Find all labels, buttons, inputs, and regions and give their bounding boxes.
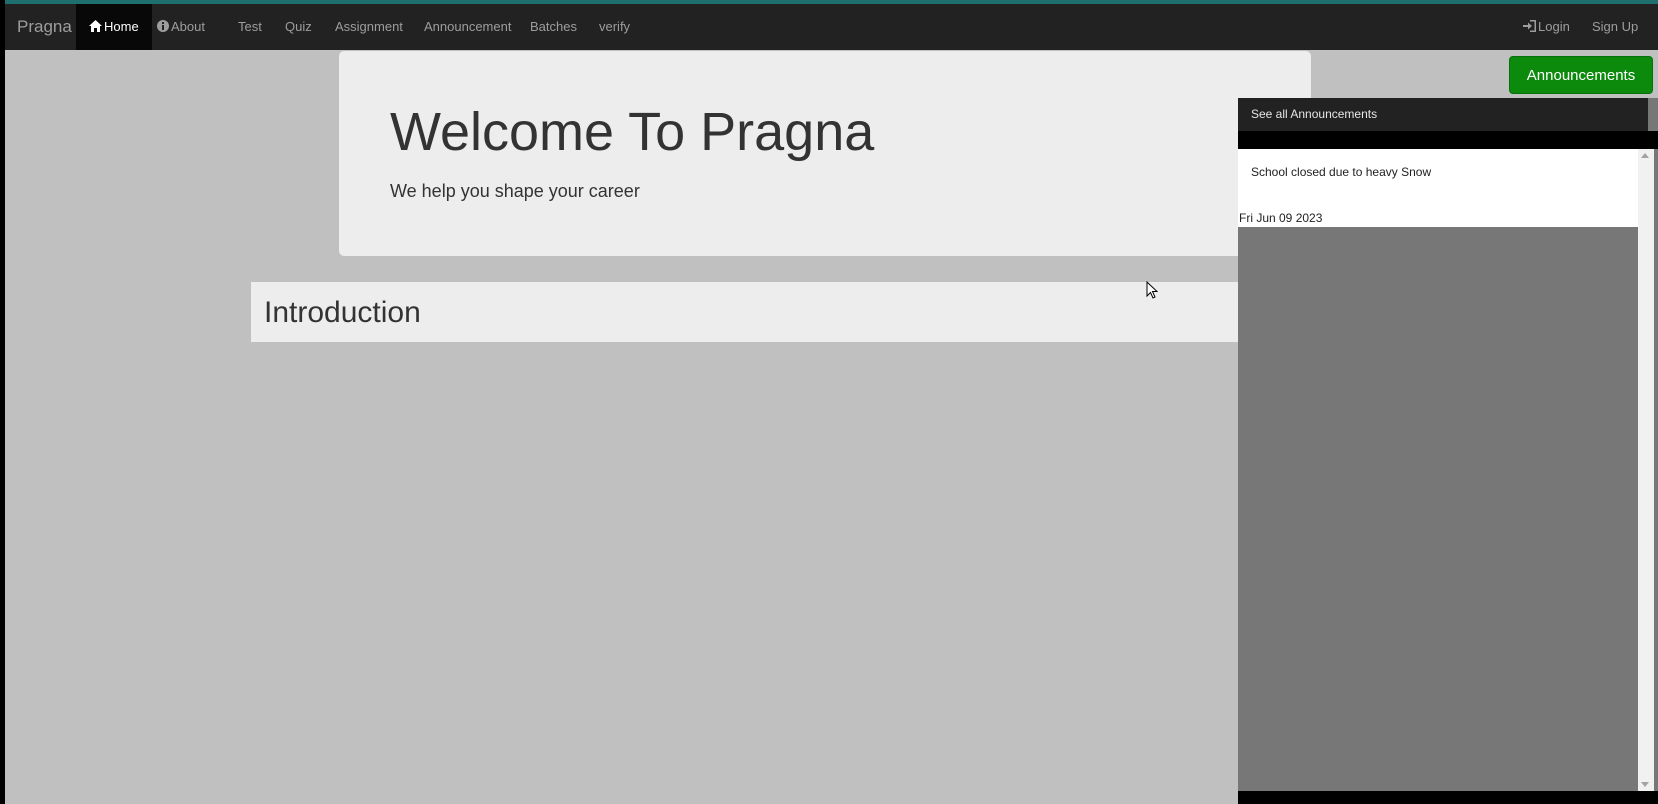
nav-about[interactable]: About — [157, 4, 205, 50]
nav-batches[interactable]: Batches — [530, 4, 577, 50]
announcement-text: School closed due to heavy Snow — [1251, 165, 1432, 179]
announcement-item[interactable]: School closed due to heavy Snow Fri Jun … — [1238, 149, 1638, 227]
panel-divider — [1238, 131, 1658, 149]
page-title: Welcome To Pragna — [390, 102, 875, 162]
brand-link[interactable]: Pragna — [17, 4, 72, 50]
nav-announcement[interactable]: Announcement — [424, 4, 511, 50]
page-subtitle: We help you shape your career — [390, 181, 640, 201]
panel-bottom-bar — [1238, 791, 1658, 804]
nav-test[interactable]: Test — [238, 4, 262, 50]
announcements-panel: See all Announcements School closed due … — [1238, 98, 1658, 804]
see-all-announcements-label: See all Announcements — [1251, 107, 1378, 121]
scroll-up-arrow-icon[interactable] — [1641, 153, 1649, 158]
home-icon — [89, 5, 102, 51]
nav-login[interactable]: Login — [1523, 4, 1570, 50]
introduction-section: Introduction — [251, 282, 1251, 342]
panel-scrollbar[interactable] — [1638, 149, 1654, 791]
nav-home[interactable]: Home — [76, 4, 152, 50]
nav-login-label: Login — [1538, 19, 1570, 34]
login-icon — [1523, 5, 1536, 51]
announcement-date: Fri Jun 09 2023 — [1239, 211, 1323, 225]
nav-signup[interactable]: Sign Up — [1592, 4, 1638, 50]
nav-about-label: About — [171, 19, 205, 34]
nav-assignment[interactable]: Assignment — [335, 4, 403, 50]
navbar: Pragna Home About Test Quiz Assignment A… — [5, 4, 1658, 50]
mouse-cursor-icon — [1146, 280, 1159, 299]
page: Pragna Home About Test Quiz Assignment A… — [5, 0, 1658, 804]
nav-verify[interactable]: verify — [599, 4, 630, 50]
welcome-jumbotron: Welcome To Pragna We help you shape your… — [339, 51, 1311, 256]
nav-home-label: Home — [104, 19, 139, 34]
info-icon — [157, 5, 169, 51]
nav-quiz[interactable]: Quiz — [285, 4, 312, 50]
introduction-title: Introduction — [264, 296, 421, 329]
announcements-button[interactable]: Announcements — [1509, 56, 1653, 94]
see-all-announcements-link[interactable]: See all Announcements — [1238, 98, 1648, 131]
scroll-down-arrow-icon[interactable] — [1641, 782, 1649, 787]
